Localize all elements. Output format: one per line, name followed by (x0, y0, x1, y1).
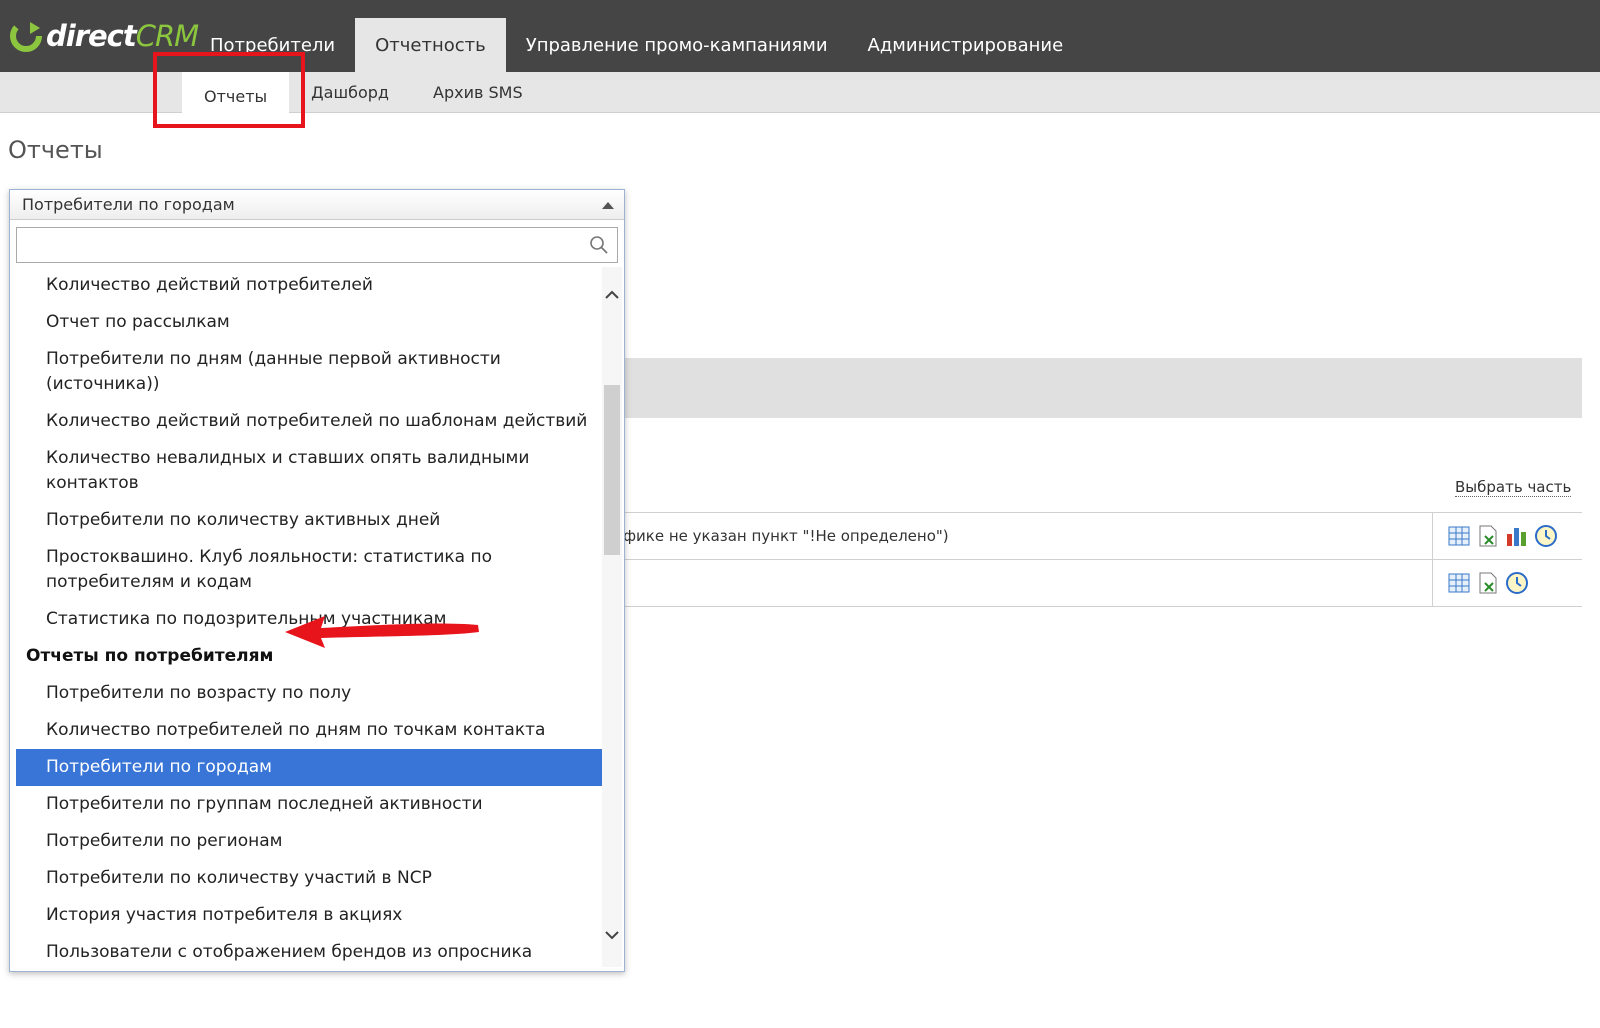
dropdown-option[interactable]: Потребители по группам последней активно… (16, 786, 602, 823)
table-row: афике не указан пункт "!Не определено") (614, 513, 1582, 560)
tab-dashboard[interactable]: Дашборд (289, 72, 411, 112)
dropdown-option[interactable]: Потребители по возрасту по полу (16, 675, 602, 712)
row-actions (1432, 513, 1582, 559)
clock-icon[interactable] (1505, 571, 1529, 595)
dropdown-scrollbar[interactable] (602, 267, 622, 967)
dropdown-option[interactable]: Потребители по регионам (16, 823, 602, 860)
page-title: Отчеты (8, 136, 103, 164)
dropdown-option[interactable]: Пользователи с отображением брендов из о… (16, 934, 602, 967)
annotation-arrow-icon (285, 616, 479, 648)
scroll-down-icon[interactable] (604, 927, 620, 943)
dropdown-option[interactable]: Количество действий потребителей (16, 267, 602, 304)
reports-table: афике не указан пункт "!Не определено") (614, 512, 1582, 607)
logo-text-direct: direct (46, 19, 137, 53)
report-select-dropdown: Потребители по городам Количество действ… (9, 189, 625, 972)
chevron-up-icon[interactable] (602, 202, 614, 209)
tab-sms-archive[interactable]: Архив SMS (411, 72, 545, 112)
dropdown-option[interactable]: Количество потребителей по дням по точка… (16, 712, 602, 749)
excel-icon[interactable] (1476, 524, 1500, 548)
menu-reporting[interactable]: Отчетность (355, 18, 506, 72)
filter-panel (614, 358, 1582, 418)
logo-text-crm: CRM (135, 19, 199, 53)
scrollbar-thumb[interactable] (604, 385, 620, 555)
scroll-up-icon[interactable] (604, 287, 620, 303)
search-icon (590, 236, 608, 254)
dropdown-option[interactable]: История участия потребителя в акциях (16, 897, 602, 934)
dropdown-option[interactable]: Количество невалидных и ставших опять ва… (16, 440, 602, 502)
dropdown-option[interactable]: Потребители по количеству активных дней (16, 502, 602, 539)
report-select-value: Потребители по городам (22, 195, 235, 214)
table-icon[interactable] (1447, 524, 1471, 548)
dropdown-option[interactable]: Количество действий потребителей по шабл… (16, 403, 602, 440)
table-row (614, 560, 1582, 607)
annotation-highlight-box (153, 52, 305, 128)
menu-promo-campaigns[interactable]: Управление промо-кампаниями (506, 18, 848, 72)
dropdown-option[interactable]: Отчет по рассылкам (16, 304, 602, 341)
dropdown-search-box (16, 227, 618, 263)
dropdown-option[interactable]: Потребители по дням (данные первой актив… (16, 341, 602, 403)
table-cell-text: афике не указан пункт "!Не определено") (614, 527, 949, 545)
dropdown-option[interactable]: Потребители по городам (16, 749, 602, 786)
clock-icon[interactable] (1534, 524, 1558, 548)
logo-swirl-icon (10, 20, 42, 52)
menu-administration[interactable]: Администрирование (848, 18, 1084, 72)
main-menu: Потребители Отчетность Управление промо-… (190, 18, 1083, 72)
dropdown-option[interactable]: Потребители по количеству участий в NCP (16, 860, 602, 897)
row-actions (1432, 560, 1582, 606)
pick-part-link[interactable]: Выбрать часть (1455, 478, 1572, 497)
chart-icon[interactable] (1505, 524, 1529, 548)
report-select[interactable]: Потребители по городам (10, 190, 624, 220)
dropdown-search-input[interactable] (17, 228, 567, 262)
excel-icon[interactable] (1476, 571, 1500, 595)
dropdown-option[interactable]: Простоквашино. Клуб лояльности: статисти… (16, 539, 602, 601)
table-icon[interactable] (1447, 571, 1471, 595)
